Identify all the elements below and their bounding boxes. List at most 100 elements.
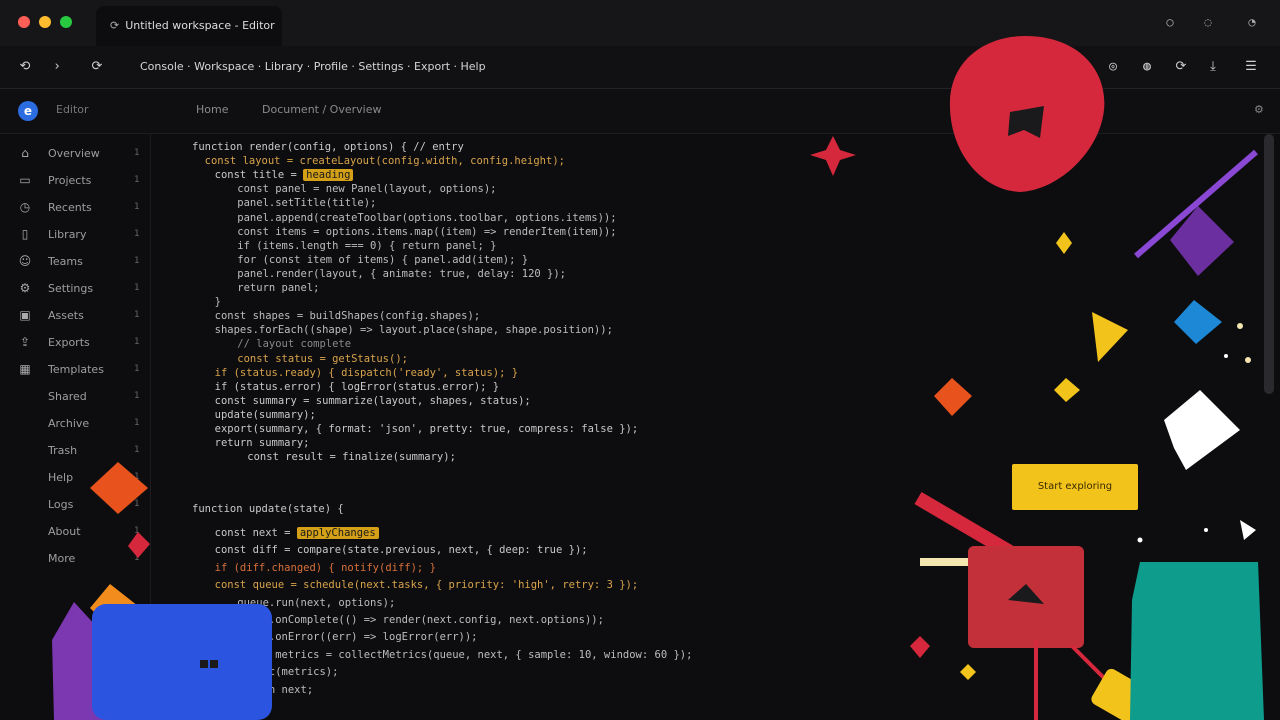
close-window-icon[interactable] [18, 16, 30, 28]
code-line[interactable]: // layout complete [212, 337, 351, 351]
code-line[interactable]: const shapes = buildShapes(config.shapes… [202, 309, 481, 323]
forward-icon[interactable]: › [48, 58, 66, 76]
reload-icon[interactable]: ⟲ [16, 58, 34, 76]
sidebar-item-library[interactable]: ▯ Library [16, 225, 87, 243]
code-line[interactable]: panel.setTitle(title); [212, 196, 376, 210]
code-line[interactable]: const panel = new Panel(layout, options)… [212, 182, 496, 196]
settings-icon[interactable]: ⚙ [1254, 103, 1264, 116]
tick-white [1240, 520, 1256, 540]
code-text: for (const item of items) { panel.add(it… [212, 253, 529, 266]
scrollbar[interactable] [1264, 134, 1274, 394]
code-line[interactable]: for (const item of items) { panel.add(it… [212, 253, 528, 267]
sidebar-item-recents[interactable]: ◷ Recents [16, 198, 92, 216]
restore-icon[interactable]: ◌ [1200, 14, 1216, 30]
code-line[interactable]: if (items.length === 0) { return panel; … [212, 239, 496, 253]
sidebar-item-label: More [48, 551, 76, 565]
code-text: const metrics = collectMetrics(queue, ne… [212, 648, 693, 661]
sidebar-item-exports[interactable]: ⇪ Exports [16, 333, 90, 351]
code-line[interactable]: queue.onError((err) => logError(err)); [212, 630, 478, 644]
code-line[interactable]: function render(config, options) { // en… [192, 140, 464, 154]
sidebar-item-label: Logs [48, 497, 74, 511]
sidebar-item-archive[interactable]: ▤Archive [16, 414, 89, 432]
sidebar-item-label: Projects [48, 173, 92, 187]
code-line[interactable]: return next; [212, 683, 313, 697]
code-line[interactable]: const result = finalize(summary); [222, 450, 456, 464]
code-line[interactable]: } [202, 700, 221, 714]
code-line[interactable]: queue.run(next, options); [212, 596, 395, 610]
code-line[interactable]: const items = options.items.map((item) =… [212, 225, 616, 239]
sidebar-item-projects[interactable]: ▭ Projects [16, 171, 91, 189]
close-icon[interactable]: ◔ [1244, 14, 1260, 30]
code-line[interactable]: if (status.ready) { dispatch('ready', st… [202, 366, 518, 380]
code-text: const layout = createLayout(config.width… [192, 155, 565, 168]
code-line[interactable]: report(metrics); [212, 665, 338, 679]
download-icon[interactable]: ⤓ [1204, 58, 1222, 76]
sidebar-item-label: Settings [48, 281, 94, 295]
address-bar[interactable]: Console · Workspace · Library · Profile … [130, 55, 650, 79]
code-line[interactable]: shapes.forEach((shape) => layout.place(s… [202, 323, 613, 337]
sidebar-item-settings[interactable]: ⚙ Settings [16, 279, 94, 297]
code-line[interactable]: update(summary); [202, 408, 316, 422]
sidebar-item-help[interactable]: ?Help [16, 468, 73, 486]
diamond-orange [934, 378, 972, 416]
code-line[interactable]: return summary; [202, 436, 310, 450]
code-line[interactable]: const diff = compare(state.previous, nex… [202, 543, 588, 557]
sidebar-item-assets[interactable]: ▣ Assets [16, 306, 83, 324]
triangle-yellow [1092, 312, 1128, 362]
code-line[interactable]: export(summary, { format: 'json', pretty… [202, 422, 639, 436]
sidebar-count: 1 [134, 472, 140, 482]
sidebar-item-more[interactable]: ⋯More [16, 549, 75, 567]
code-line[interactable]: const next = applyChanges [202, 526, 379, 540]
refresh-icon[interactable]: ⟳ [1172, 58, 1190, 76]
star-red [810, 136, 856, 176]
sidebar-item-logs[interactable]: ▢Logs [16, 495, 73, 513]
sidebar-item-about[interactable]: ⓘAbout [16, 522, 81, 540]
sidebar-item-shared[interactable]: ⇄Shared [16, 387, 87, 405]
sidebar-count: 1 [134, 283, 140, 293]
section-heading[interactable]: function update(state) { [192, 502, 344, 516]
history-icon[interactable]: ◍ [1138, 58, 1156, 76]
sidebar-item-templates[interactable]: ▦ Templates [16, 360, 104, 378]
code-text: update(summary); [202, 408, 316, 421]
code-line[interactable]: const status = getStatus(); [212, 352, 408, 366]
sync-icon[interactable]: ⟳ [88, 58, 106, 76]
code-line[interactable]: panel.append(createToolbar(options.toolb… [212, 211, 616, 225]
code-line[interactable]: if (diff.changed) { notify(diff); } [202, 561, 436, 575]
tab-active[interactable]: ⟳ Untitled workspace - Editor [96, 6, 282, 46]
code-line[interactable]: panel.render(layout, { animate: true, de… [212, 267, 566, 281]
bookmark-icon[interactable]: ◎ [1104, 58, 1122, 76]
sidebar-count: 1 [134, 526, 140, 536]
start-button[interactable]: Start exploring [1012, 464, 1138, 510]
code-line[interactable]: const summary = summarize(layout, shapes… [202, 394, 531, 408]
code-line[interactable]: queue.onComplete(() => render(next.confi… [212, 613, 604, 627]
code-text: const next = [202, 527, 297, 539]
sidebar-item-trash[interactable]: ▥Trash [16, 441, 77, 459]
sidebar-item-teams[interactable]: ☺ Teams [16, 252, 83, 270]
code-line[interactable]: const title = heading [202, 168, 354, 182]
sidebar-item-label: Teams [48, 254, 83, 268]
code-line[interactable]: } [202, 295, 221, 309]
breadcrumb-current[interactable]: Document / Overview [262, 103, 381, 116]
code-line[interactable]: const layout = createLayout(config.width… [192, 154, 565, 168]
sidebar-item-overview[interactable]: ⌂ Overview [16, 144, 100, 162]
stick-red-2 [1070, 644, 1122, 696]
minimize-window-icon[interactable] [39, 16, 51, 28]
minimize-icon[interactable]: ○ [1162, 14, 1178, 30]
app-logo[interactable]: e [18, 101, 38, 121]
dot-3 [1237, 323, 1243, 329]
breadcrumb-home[interactable]: Home [196, 103, 228, 116]
code-text: if (items.length === 0) { return panel; … [212, 239, 497, 252]
code-line[interactable]: if (status.error) { logError(status.erro… [202, 380, 499, 394]
code-line[interactable]: const metrics = collectMetrics(queue, ne… [212, 648, 692, 662]
code-line[interactable]: return panel; [212, 281, 319, 295]
code-text: panel.render(layout, { animate: true, de… [212, 267, 567, 280]
code-text: } [202, 701, 221, 713]
menu-icon[interactable]: ☰ [1242, 58, 1260, 76]
maximize-window-icon[interactable] [60, 16, 72, 28]
code-line[interactable]: const queue = schedule(next.tasks, { pri… [202, 578, 639, 592]
code-text: const diff = compare(state.previous, nex… [202, 544, 588, 557]
stick-purple [1134, 149, 1258, 259]
code-text: const status = getStatus(); [212, 352, 408, 365]
code-text: queue.onError((err) => logError(err)); [212, 631, 478, 644]
code-text: const queue = schedule(next.tasks, { pri… [202, 579, 639, 592]
